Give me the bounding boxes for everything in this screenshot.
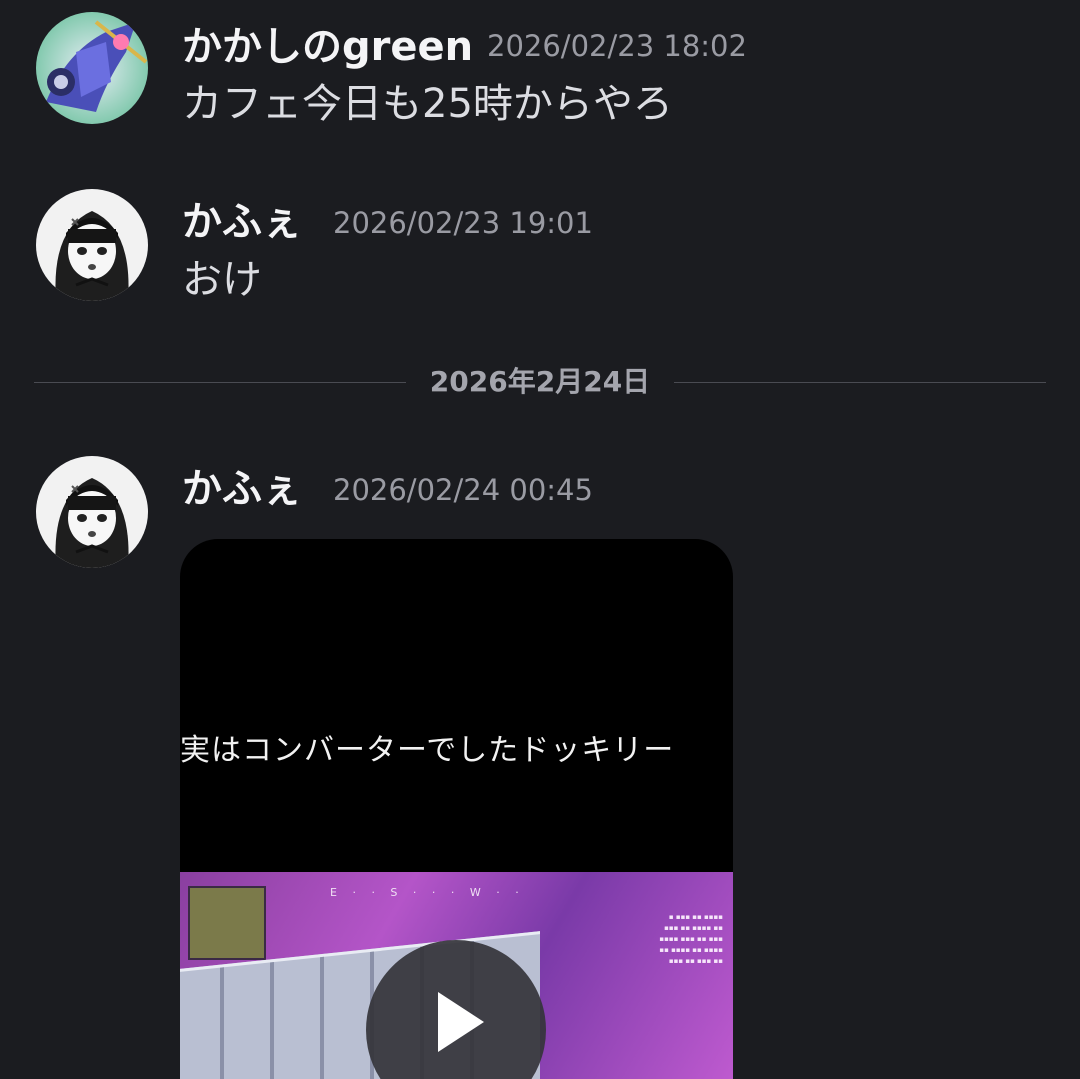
message-text: おけ: [182, 257, 262, 303]
message-timestamp: 2026/02/24 00:45: [333, 473, 593, 507]
anime-girl-avatar-icon: [36, 456, 148, 568]
author-name[interactable]: かふぇ: [182, 202, 302, 242]
message-text: カフェ今日も25時からやろ: [182, 81, 673, 127]
message-timestamp: 2026/02/23 18:02: [487, 29, 747, 63]
avatar[interactable]: [36, 456, 148, 568]
avatar[interactable]: [36, 12, 148, 124]
anime-girl-avatar-icon: [36, 189, 148, 301]
video-caption: 実はコンバーターでしたドッキリー: [180, 733, 675, 768]
date-divider: 2026年2月24日: [34, 364, 1046, 404]
divider-line-right: [674, 382, 1046, 383]
message-timestamp: 2026/02/23 19:01: [333, 206, 593, 240]
author-name[interactable]: かふぇ: [182, 469, 302, 509]
game-compass: E · · S · · · W · ·: [330, 886, 525, 899]
avatar[interactable]: [36, 189, 148, 301]
robot-avatar-icon: [36, 12, 148, 124]
video-attachment[interactable]: 実はコンバーターでしたドッキリー E · · S · · · W · · ▪ ▪…: [180, 539, 733, 1079]
author-name[interactable]: かかしのgreen: [182, 27, 473, 67]
game-hud-feed: ▪ ▪▪▪ ▪▪ ▪▪▪▪ ▪▪▪ ▪▪ ▪▪▪▪ ▪▪ ▪▪▪▪ ▪▪▪ ▪▪ ▪…: [659, 913, 723, 965]
play-icon: [438, 992, 484, 1052]
game-minimap: [188, 886, 266, 960]
